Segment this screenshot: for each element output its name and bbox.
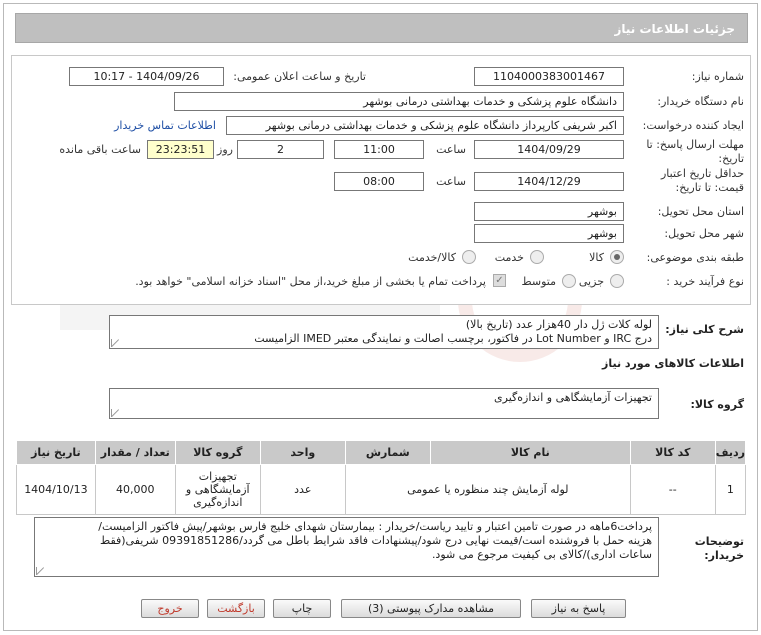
th-group: گروه کالا — [174, 440, 261, 465]
back-button[interactable]: بازگشت — [207, 599, 265, 618]
th-unit: واحد — [259, 440, 346, 465]
cell-qty: 40,000 — [94, 464, 176, 515]
process-label: نوع فرآیند خرید : — [666, 275, 744, 288]
table-header-row: ردیف کد کالا نام کالا شمارش واحد گروه کا… — [16, 440, 747, 465]
th-code: کد کالا — [629, 440, 716, 465]
th-name: نام کالا — [429, 440, 631, 465]
page-title: جزئیات اطلاعات نیاز — [614, 22, 735, 36]
need-number-field: 1104000383001467 — [474, 67, 624, 86]
deadline-time-label: ساعت — [436, 143, 466, 156]
deadline-time-field: 11:00 — [334, 140, 424, 159]
buyer-org-field: دانشگاه علوم پزشکی و خدمات بهداشتی درمان… — [174, 92, 624, 111]
buyer-notes-label: توضیحات خریدار: — [694, 535, 744, 562]
category-radio-goods[interactable] — [610, 250, 624, 264]
city-label: شهر محل تحویل: — [664, 227, 744, 240]
buyer-org-label: نام دستگاه خریدار: — [657, 95, 744, 108]
resize-grip-icon[interactable] — [111, 339, 119, 347]
days-field: 2 — [237, 140, 324, 159]
cell-code: -- — [629, 464, 716, 515]
validity-time-field: 08:00 — [334, 172, 424, 191]
announce-label: تاریخ و ساعت اعلان عمومی: — [233, 70, 366, 83]
buyer-notes-line-3: ساعات اداری)/کالای بی کیفیت مرجوع می شود… — [431, 548, 652, 561]
city-field: بوشهر — [474, 224, 624, 243]
province-label: استان محل تحویل: — [657, 205, 744, 218]
goods-table: ردیف کد کالا نام کالا شمارش واحد گروه کا… — [16, 440, 747, 515]
remaining-label: ساعت باقی مانده — [59, 143, 141, 156]
category-radio-goods-service[interactable] — [462, 250, 476, 264]
category-label: طبقه بندی موضوعی: — [646, 251, 744, 264]
cell-group: تجهیزات آزمایشگاهی و اندازه‌گیری — [174, 464, 261, 515]
goods-group-label: گروه کالا: — [690, 398, 744, 411]
buyer-notes-textarea[interactable]: پرداخت6ماهه در صورت تامین اعتبار و تایید… — [34, 517, 659, 577]
cell-name: لوله آزمایش چند منظوره یا عمومی — [344, 464, 631, 515]
print-button[interactable]: چاپ — [273, 599, 331, 618]
province-field: بوشهر — [474, 202, 624, 221]
description-line-1: لوله کلات ژل دار 40هزار عدد (تاریخ بالا) — [465, 318, 652, 331]
process-radio-medium[interactable] — [562, 274, 576, 288]
th-count: شمارش — [344, 440, 431, 465]
th-qty: تعداد / مقدار — [94, 440, 176, 465]
category-option-service: خدمت — [494, 251, 524, 264]
creator-label: ایجاد کننده درخواست: — [642, 119, 744, 132]
th-row: ردیف — [714, 440, 747, 465]
resize-grip-icon[interactable] — [36, 567, 44, 575]
table-row[interactable]: 1 -- لوله آزمایش چند منظوره یا عمومی عدد… — [16, 464, 747, 515]
deadline-date-field: 1404/09/29 — [474, 140, 624, 159]
category-option-goods: کالا — [589, 251, 604, 264]
description-label: شرح کلی نیاز: — [665, 323, 744, 336]
validity-time-label: ساعت — [436, 175, 466, 188]
process-option-minor: جزیی — [578, 275, 604, 288]
goods-group-value: تجهیزات آزمایشگاهی و اندازه‌گیری — [494, 391, 652, 404]
process-radio-minor[interactable] — [610, 274, 624, 288]
treasury-checkbox[interactable]: ✓ — [493, 274, 506, 287]
announce-field: 1404/09/26 - 10:17 — [69, 67, 224, 86]
page-header: جزئیات اطلاعات نیاز — [15, 13, 748, 43]
need-number-label: شماره نیاز: — [691, 70, 744, 83]
resize-grip-icon[interactable] — [111, 409, 119, 417]
th-date: تاریخ نیاز — [16, 440, 96, 465]
buyer-notes-line-2: هزینه حمل با فروشنده است/قیمت نهایی درج … — [100, 534, 652, 547]
remaining-time-field: 23:23:51 — [147, 140, 214, 159]
validity-label: حداقل تاریخ اعتبار قیمت: تا تاریخ: — [660, 167, 744, 194]
goods-group-field: تجهیزات آزمایشگاهی و اندازه‌گیری — [109, 388, 659, 419]
cell-date: 1404/10/13 — [16, 464, 96, 515]
category-radio-service[interactable] — [530, 250, 544, 264]
description-line-2: درج IRC و Lot Number در فاکتور، برچسب اص… — [254, 332, 652, 345]
validity-date-field: 1404/12/29 — [474, 172, 624, 191]
goods-info-title: اطلاعات کالاهای مورد نیاز — [602, 357, 744, 370]
process-option-medium: متوسط — [521, 275, 556, 288]
description-textarea[interactable]: لوله کلات ژل دار 40هزار عدد (تاریخ بالا)… — [109, 315, 659, 349]
buyer-contact-link[interactable]: اطلاعات تماس خریدار — [114, 119, 216, 132]
category-option-goods-service: کالا/خدمت — [408, 251, 456, 264]
exit-button[interactable]: خروج — [141, 599, 199, 618]
deadline-label: مهلت ارسال پاسخ: تا تاریخ: — [646, 138, 744, 165]
reply-button[interactable]: پاسخ به نیاز — [531, 599, 626, 618]
payment-note: پرداخت تمام یا بخشی از مبلغ خرید،از محل … — [135, 275, 486, 288]
cell-row: 1 — [714, 464, 747, 515]
cell-unit: عدد — [259, 464, 346, 515]
attached-docs-button[interactable]: مشاهده مدارک پیوستی (3) — [341, 599, 521, 618]
creator-field: اکبر شریفی کارپرداز دانشگاه علوم پزشکی و… — [226, 116, 624, 135]
buyer-notes-line-1: پرداخت6ماهه در صورت تامین اعتبار و تایید… — [98, 520, 652, 533]
